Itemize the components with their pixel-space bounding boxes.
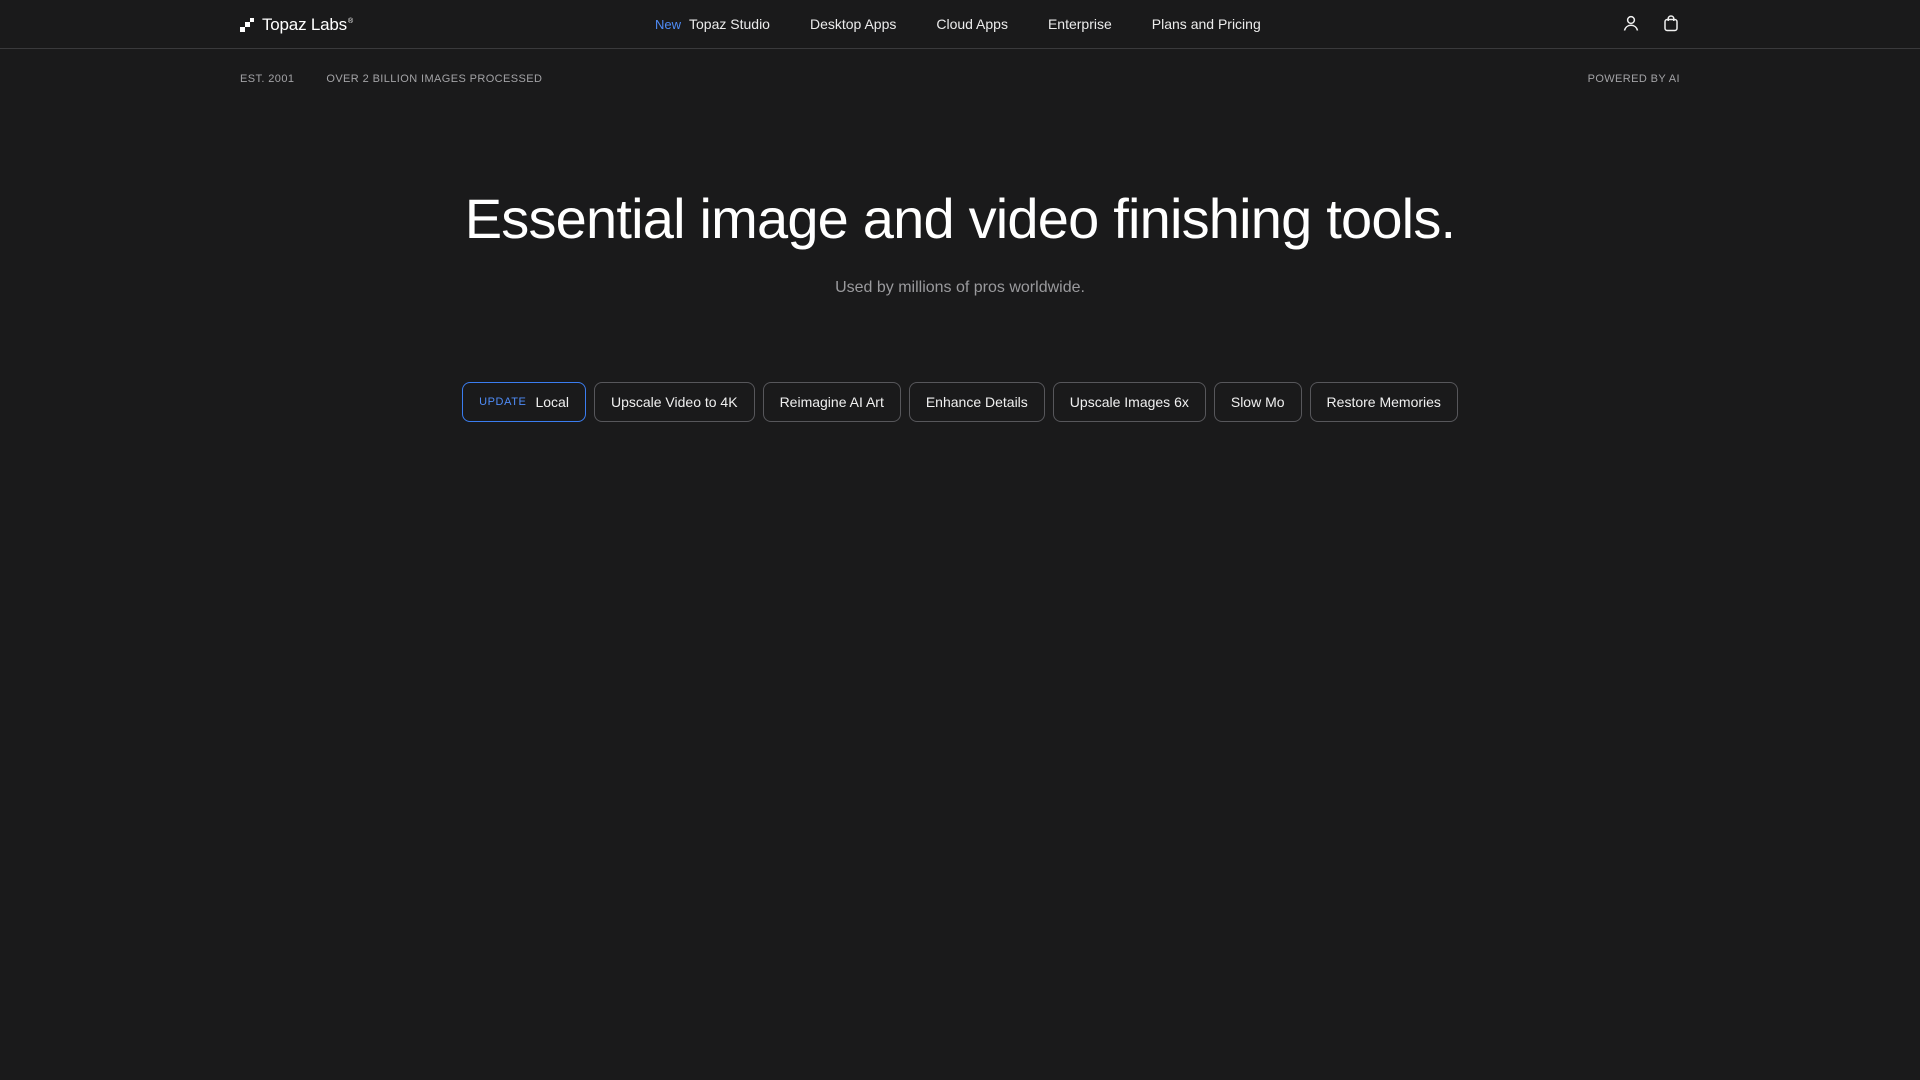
powered-by-text: POWERED BY AI	[1587, 73, 1680, 85]
nav-item-topaz-studio[interactable]: New Topaz Studio	[655, 16, 770, 32]
shopping-bag-icon[interactable]	[1662, 14, 1680, 32]
tab-enhance-details[interactable]: Enhance Details	[908, 382, 1045, 422]
nav-item-cloud-apps[interactable]: Cloud Apps	[936, 16, 1008, 32]
hero-subtitle: Used by millions of pros worldwide.	[835, 279, 1085, 296]
topaz-labs-logo[interactable]: Topaz Labs®	[240, 15, 353, 35]
nav-item-plans-and-pricing[interactable]: Plans and Pricing	[1152, 16, 1261, 32]
established-text: EST. 2001	[240, 73, 295, 85]
user-icon[interactable]	[1622, 14, 1640, 32]
brand-name: Topaz Labs®	[262, 15, 353, 34]
logo-mark-icon	[240, 18, 254, 32]
tab-label: Local	[535, 394, 569, 410]
info-bar: EST. 2001 OVER 2 BILLION IMAGES PROCESSE…	[240, 72, 1680, 86]
tab-restore-memories[interactable]: Restore Memories	[1309, 382, 1458, 422]
nav-item-desktop-apps[interactable]: Desktop Apps	[810, 16, 896, 32]
tab-reimagine-ai-art[interactable]: Reimagine AI Art	[762, 382, 901, 422]
tab-slow-mo[interactable]: Slow Mo	[1213, 382, 1302, 422]
images-processed-text: OVER 2 BILLION IMAGES PROCESSED	[326, 73, 543, 85]
tab-upscale-images-6x[interactable]: Upscale Images 6x	[1052, 382, 1206, 422]
tab-local[interactable]: UPDATE Local	[462, 382, 586, 422]
nav-icon-group	[1622, 14, 1680, 32]
main-nav: New Topaz Studio Desktop Apps Cloud Apps…	[655, 0, 1261, 48]
feature-tabs: UPDATE Local Upscale Video to 4K Reimagi…	[0, 382, 1920, 422]
tab-upscale-video-to-4k[interactable]: Upscale Video to 4K	[593, 382, 755, 422]
new-badge: New	[655, 16, 682, 32]
hero-title: Essential image and video finishing tool…	[464, 187, 1456, 250]
top-navigation: Topaz Labs® New Topaz Studio Desktop App…	[0, 0, 1920, 49]
nav-item-enterprise[interactable]: Enterprise	[1048, 16, 1112, 32]
update-badge: UPDATE	[479, 396, 527, 408]
nav-item-label: Topaz Studio	[689, 16, 770, 32]
